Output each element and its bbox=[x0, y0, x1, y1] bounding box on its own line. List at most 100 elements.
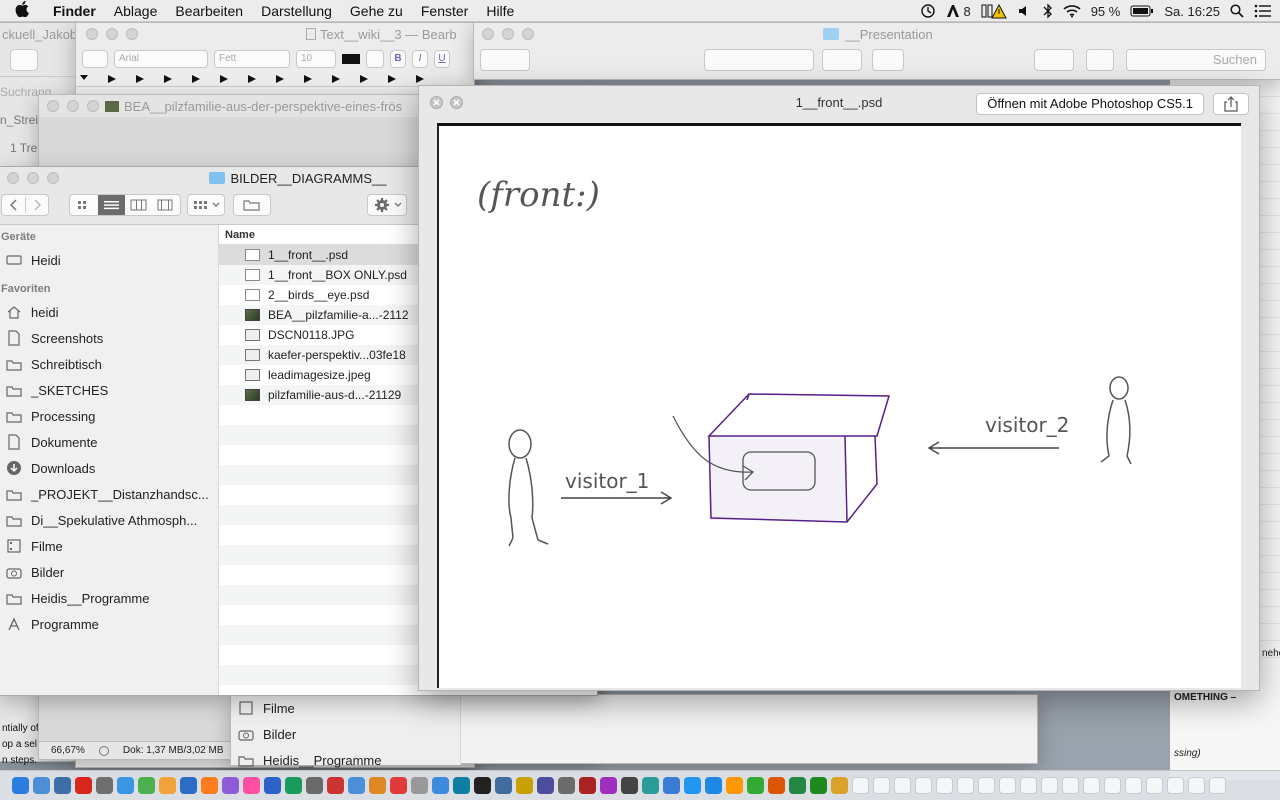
dock-minimized-window[interactable] bbox=[1041, 777, 1058, 794]
back-forward-buttons[interactable] bbox=[1, 194, 49, 216]
menu-bearbeiten[interactable]: Bearbeiten bbox=[166, 3, 252, 19]
wifi-icon[interactable] bbox=[1063, 4, 1081, 18]
dock-app-icon[interactable] bbox=[201, 777, 218, 794]
dock-minimized-window[interactable] bbox=[957, 777, 974, 794]
dock-minimized-window[interactable] bbox=[1167, 777, 1184, 794]
new-folder-button[interactable] bbox=[872, 49, 904, 71]
dock-app-icon[interactable] bbox=[831, 777, 848, 794]
dock-minimized-window[interactable] bbox=[999, 777, 1016, 794]
dock-app-icon[interactable] bbox=[642, 777, 659, 794]
dock-minimized-window[interactable] bbox=[915, 777, 932, 794]
new-folder-button[interactable] bbox=[233, 194, 271, 216]
dock-minimized-window[interactable] bbox=[1083, 777, 1100, 794]
dock-app-icon[interactable] bbox=[12, 777, 29, 794]
dock-app-icon[interactable] bbox=[747, 777, 764, 794]
volume-icon[interactable] bbox=[1017, 4, 1033, 18]
minimize-button[interactable] bbox=[27, 172, 39, 184]
dock-minimized-window[interactable] bbox=[894, 777, 911, 794]
dock-minimized-window[interactable] bbox=[936, 777, 953, 794]
notification-center-icon[interactable] bbox=[1254, 4, 1272, 18]
menu-hilfe[interactable]: Hilfe bbox=[477, 3, 523, 19]
dock-app-icon[interactable] bbox=[768, 777, 785, 794]
dock-app-icon[interactable] bbox=[810, 777, 827, 794]
document-size[interactable]: Dok: 1,37 MB/3,02 MB bbox=[123, 745, 224, 756]
dock-minimized-window[interactable] bbox=[1125, 777, 1142, 794]
sidebar-item-projekt-distanzhandsc[interactable]: _PROJEKT__Distanzhandsc... bbox=[0, 481, 218, 507]
sidebar-item-sketches[interactable]: _SKETCHES bbox=[0, 377, 218, 403]
dock-app-icon[interactable] bbox=[579, 777, 596, 794]
sidebar-item-bilder[interactable]: Bilder bbox=[0, 559, 218, 585]
sidebar-item-programme[interactable]: Programme bbox=[0, 611, 218, 637]
share-button[interactable] bbox=[1086, 49, 1114, 71]
dock-app-icon[interactable] bbox=[537, 777, 554, 794]
background-finder-window[interactable]: Filme Bilder Heidis__Programme bbox=[230, 694, 1038, 768]
apple-menu-icon[interactable] bbox=[0, 0, 44, 21]
sidebar-item-heidis-programme[interactable]: Heidis__Programme bbox=[0, 585, 218, 611]
dock-app-icon[interactable] bbox=[411, 777, 428, 794]
dock-app-icon[interactable] bbox=[495, 777, 512, 794]
action-gear-button[interactable] bbox=[367, 194, 407, 216]
sidebar-item-filme[interactable]: Filme bbox=[231, 695, 460, 721]
dock-minimized-window[interactable] bbox=[1104, 777, 1121, 794]
dock-app-icon[interactable] bbox=[516, 777, 533, 794]
dock-app-icon[interactable] bbox=[453, 777, 470, 794]
dock-app-icon[interactable] bbox=[75, 777, 92, 794]
dock-app-icon[interactable] bbox=[663, 777, 680, 794]
dock-app-icon[interactable] bbox=[264, 777, 281, 794]
dock-app-icon[interactable] bbox=[33, 777, 50, 794]
clock[interactable]: Sa. 16:25 bbox=[1164, 4, 1220, 19]
zoom-button[interactable] bbox=[47, 172, 59, 184]
sidebar-item-downloads[interactable]: Downloads bbox=[0, 455, 218, 481]
adobe-updater-icon[interactable]: 8 bbox=[946, 4, 971, 19]
dock-app-icon[interactable] bbox=[558, 777, 575, 794]
close-button[interactable] bbox=[7, 172, 19, 184]
dock-app-icon[interactable] bbox=[180, 777, 197, 794]
dock-minimized-window[interactable] bbox=[978, 777, 995, 794]
dock-app-icon[interactable] bbox=[684, 777, 701, 794]
dock-app-icon[interactable] bbox=[327, 777, 344, 794]
dock-app-icon[interactable] bbox=[789, 777, 806, 794]
spotlight-search-icon[interactable] bbox=[1230, 4, 1244, 18]
menu-darstellung[interactable]: Darstellung bbox=[252, 3, 341, 19]
dock-app-icon[interactable] bbox=[138, 777, 155, 794]
dock-app-icon[interactable] bbox=[285, 777, 302, 794]
time-machine-icon[interactable] bbox=[920, 3, 936, 19]
arrange-button[interactable] bbox=[822, 49, 862, 71]
dock-minimized-window[interactable] bbox=[1188, 777, 1205, 794]
memory-warning-icon[interactable] bbox=[981, 3, 1007, 19]
font-size-popup[interactable]: 10 bbox=[296, 50, 336, 68]
dock-minimized-window[interactable] bbox=[873, 777, 890, 794]
menu-app-finder[interactable]: Finder bbox=[44, 3, 105, 19]
font-family-popup[interactable]: Arial bbox=[114, 50, 208, 68]
dock-minimized-window[interactable] bbox=[1209, 777, 1226, 794]
bluetooth-icon[interactable] bbox=[1043, 3, 1053, 19]
dock-app-icon[interactable] bbox=[348, 777, 365, 794]
menu-ablage[interactable]: Ablage bbox=[105, 3, 167, 19]
dock-minimized-window[interactable] bbox=[1020, 777, 1037, 794]
sidebar-item-processing[interactable]: Processing bbox=[0, 403, 218, 429]
dock-app-icon[interactable] bbox=[117, 777, 134, 794]
open-with-photoshop-button[interactable]: Öffnen mit Adobe Photoshop CS5.1 bbox=[976, 93, 1204, 115]
highlight-color-button[interactable] bbox=[366, 50, 384, 68]
view-mode-buttons[interactable] bbox=[704, 49, 814, 71]
dock-app-icon[interactable] bbox=[600, 777, 617, 794]
dock-app-icon[interactable] bbox=[726, 777, 743, 794]
battery-icon[interactable] bbox=[1130, 5, 1154, 17]
dock-app-icon[interactable] bbox=[369, 777, 386, 794]
dock-app-icon[interactable] bbox=[432, 777, 449, 794]
paragraph-style-popup[interactable] bbox=[82, 50, 108, 68]
share-button[interactable] bbox=[10, 49, 38, 71]
dock-app-icon[interactable] bbox=[159, 777, 176, 794]
menu-gehe-zu[interactable]: Gehe zu bbox=[341, 3, 412, 19]
action-gear-button[interactable] bbox=[1034, 49, 1074, 71]
bold-button[interactable]: B bbox=[390, 50, 406, 68]
dock-app-icon[interactable] bbox=[96, 777, 113, 794]
dock-app-icon[interactable] bbox=[222, 777, 239, 794]
menu-fenster[interactable]: Fenster bbox=[412, 3, 477, 19]
dock-app-icon[interactable] bbox=[54, 777, 71, 794]
sidebar-item-di-spekulative-athmosph[interactable]: Di__Spekulative Athmosph... bbox=[0, 507, 218, 533]
dock-app-icon[interactable] bbox=[474, 777, 491, 794]
sidebar-item-schreibtisch[interactable]: Schreibtisch bbox=[0, 351, 218, 377]
dock-minimized-window[interactable] bbox=[1062, 777, 1079, 794]
text-color-well[interactable] bbox=[342, 54, 360, 64]
